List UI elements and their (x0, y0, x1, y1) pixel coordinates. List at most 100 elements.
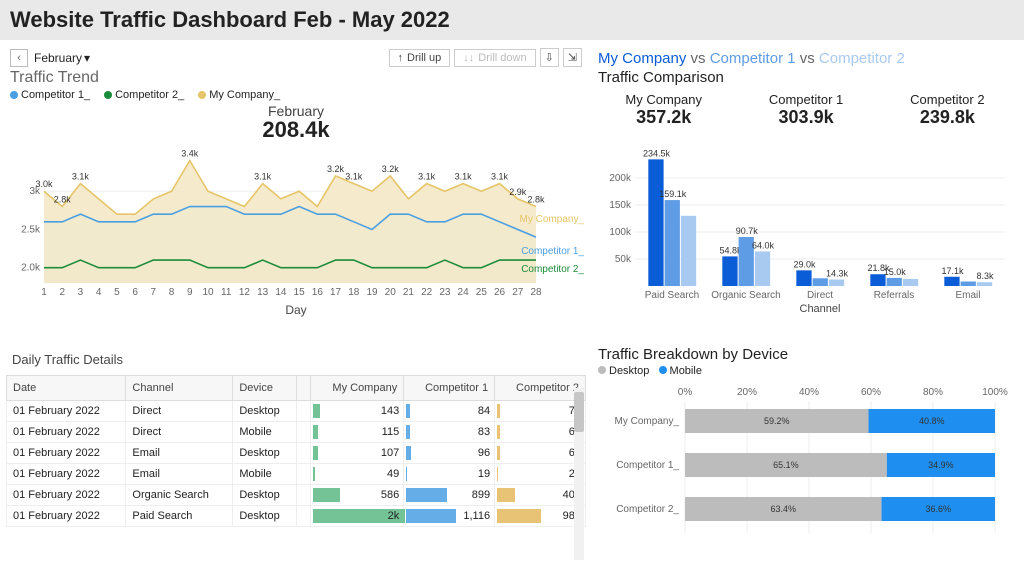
legend-item-desktop[interactable]: Desktop (598, 365, 649, 377)
svg-text:24: 24 (458, 287, 470, 298)
svg-text:100%: 100% (982, 387, 1008, 398)
scrollbar-thumb[interactable] (574, 392, 584, 432)
svg-text:28: 28 (530, 287, 542, 298)
svg-text:63.4%: 63.4% (771, 504, 797, 514)
month-picker[interactable]: February ▾ (30, 51, 94, 65)
series-end-label-c1: Competitor 1_ (521, 246, 584, 257)
svg-text:2.8k: 2.8k (54, 195, 72, 205)
svg-text:Organic Search: Organic Search (711, 290, 780, 301)
svg-text:7: 7 (151, 287, 157, 298)
arrow-up-icon: ↑ (398, 52, 404, 64)
svg-text:159.1k: 159.1k (659, 189, 687, 199)
table-row[interactable]: 01 February 2022Organic SearchDesktop586… (7, 485, 586, 506)
svg-text:19: 19 (366, 287, 378, 298)
svg-text:3.2k: 3.2k (327, 164, 345, 174)
drill-focus-icon: ⇩ (545, 51, 554, 64)
table-scrollbar[interactable] (574, 388, 584, 560)
details-col-header[interactable]: Date (7, 376, 126, 401)
svg-text:15.0k: 15.0k (884, 267, 907, 277)
svg-text:1: 1 (41, 287, 47, 298)
svg-text:3.1k: 3.1k (418, 172, 436, 182)
details-col-header[interactable]: Competitor 2 (495, 376, 586, 401)
chevron-down-icon: ▾ (84, 51, 90, 65)
svg-text:150k: 150k (609, 200, 632, 211)
traffic-comparison-card: My Company vs Competitor 1 vs Competitor… (592, 46, 1018, 336)
comparison-link-c1[interactable]: Competitor 1 (710, 50, 796, 67)
daily-details-card: Daily Traffic Details DateChannelDevice M… (6, 342, 586, 568)
drill-up-label: Drill up (407, 52, 441, 64)
table-row[interactable]: 01 February 2022EmailDesktop1079660 (7, 443, 586, 464)
table-row[interactable]: 01 February 2022Paid SearchDesktop2k1,11… (7, 506, 586, 527)
svg-text:65.1%: 65.1% (773, 460, 799, 470)
month-label: February (34, 51, 82, 65)
details-col-header[interactable]: Device (233, 376, 297, 401)
comparison-links: My Company vs Competitor 1 vs Competitor… (598, 50, 1018, 67)
traffic-trend-card: ‹ February ▾ ↑ Drill up ↓↓ Drill down ⇩ (6, 46, 586, 336)
drill-expand-icon: ⇲ (568, 51, 577, 64)
svg-text:0%: 0% (678, 387, 693, 398)
drill-down-button[interactable]: ↓↓ Drill down (454, 49, 535, 67)
svg-text:Direct: Direct (807, 290, 833, 301)
svg-text:11: 11 (221, 287, 232, 298)
legend-item-competitor1[interactable]: Competitor 1_ (10, 89, 90, 101)
svg-text:17.1k: 17.1k (941, 266, 964, 276)
legend-item-competitor2[interactable]: Competitor 2_ (104, 89, 184, 101)
svg-text:21: 21 (403, 287, 415, 298)
svg-text:27: 27 (512, 287, 524, 298)
table-row[interactable]: 01 February 2022EmailMobile491923 (7, 464, 586, 485)
comparison-title: Traffic Comparison (598, 69, 1018, 86)
details-table: DateChannelDevice My CompanyCompetitor 1C… (6, 375, 586, 527)
svg-text:34.9%: 34.9% (928, 460, 954, 470)
svg-text:Channel: Channel (800, 303, 841, 315)
focus-drill-button[interactable]: ⇩ (540, 48, 559, 67)
expand-drill-button[interactable]: ⇲ (563, 48, 582, 67)
device-chart[interactable]: 0%20%40%60%80%100%59.2%40.8%My Company_6… (592, 381, 1018, 561)
svg-text:Competitor 1_: Competitor 1_ (616, 460, 679, 471)
svg-text:60%: 60% (861, 387, 881, 398)
device-title: Traffic Breakdown by Device (598, 346, 1018, 363)
svg-text:3.1k: 3.1k (345, 172, 363, 182)
table-row[interactable]: 01 February 2022DirectMobile1158362 (7, 422, 586, 443)
series-end-label-my: My Company_ (520, 214, 584, 225)
details-col-header[interactable]: Competitor 1 (404, 376, 495, 401)
svg-text:My Company_: My Company_ (615, 416, 680, 427)
svg-text:80%: 80% (923, 387, 943, 398)
table-row[interactable]: 01 February 2022DirectDesktop1438472 (7, 401, 586, 422)
svg-text:90.7k: 90.7k (736, 226, 759, 236)
page-title: Website Traffic Dashboard Feb - May 2022 (10, 7, 450, 33)
comparison-summary: My Company357.2k Competitor 1303.9k Comp… (592, 92, 1018, 128)
drill-up-button[interactable]: ↑ Drill up (389, 49, 451, 67)
drill-down-label: Drill down (478, 52, 526, 64)
svg-text:15: 15 (294, 287, 306, 298)
trend-chart[interactable]: 2.0k2.5k3k123456789101112131415161718192… (6, 143, 586, 303)
comparison-link-my[interactable]: My Company (598, 50, 686, 67)
comparison-link-c2[interactable]: Competitor 2 (819, 50, 905, 67)
svg-text:23: 23 (439, 287, 451, 298)
legend-item-mobile[interactable]: Mobile (659, 365, 702, 377)
details-col-header[interactable]: My Company (311, 376, 404, 401)
details-col-header[interactable]: Channel (126, 376, 233, 401)
series-end-label-c2: Competitor 2_ (521, 264, 584, 275)
legend-item-mycompany[interactable]: My Company_ (198, 89, 280, 101)
svg-text:40%: 40% (799, 387, 819, 398)
svg-text:2.9k: 2.9k (509, 187, 527, 197)
svg-text:Referrals: Referrals (874, 290, 915, 301)
month-nav: ‹ February ▾ (10, 49, 94, 67)
comparison-chart[interactable]: 50k100k150k200k234.5k159.1kPaid Search54… (592, 136, 1018, 316)
svg-text:14.3k: 14.3k (826, 269, 849, 279)
prev-month-button[interactable]: ‹ (10, 49, 28, 67)
svg-text:8.3k: 8.3k (977, 271, 995, 281)
svg-text:Competitor 2_: Competitor 2_ (616, 504, 679, 515)
svg-text:6: 6 (132, 287, 138, 298)
svg-text:234.5k: 234.5k (643, 148, 671, 158)
svg-text:40.8%: 40.8% (919, 416, 945, 426)
svg-text:9: 9 (187, 287, 193, 298)
details-title: Daily Traffic Details (12, 352, 586, 367)
trend-legend: Competitor 1_ Competitor 2_ My Company_ (10, 89, 586, 101)
arrow-down-icon: ↓↓ (463, 52, 474, 64)
svg-text:54.8k: 54.8k (719, 245, 742, 255)
svg-text:12: 12 (239, 287, 251, 298)
details-col-header[interactable] (297, 376, 311, 401)
page-header: Website Traffic Dashboard Feb - May 2022 (0, 0, 1024, 40)
svg-text:2: 2 (59, 287, 65, 298)
